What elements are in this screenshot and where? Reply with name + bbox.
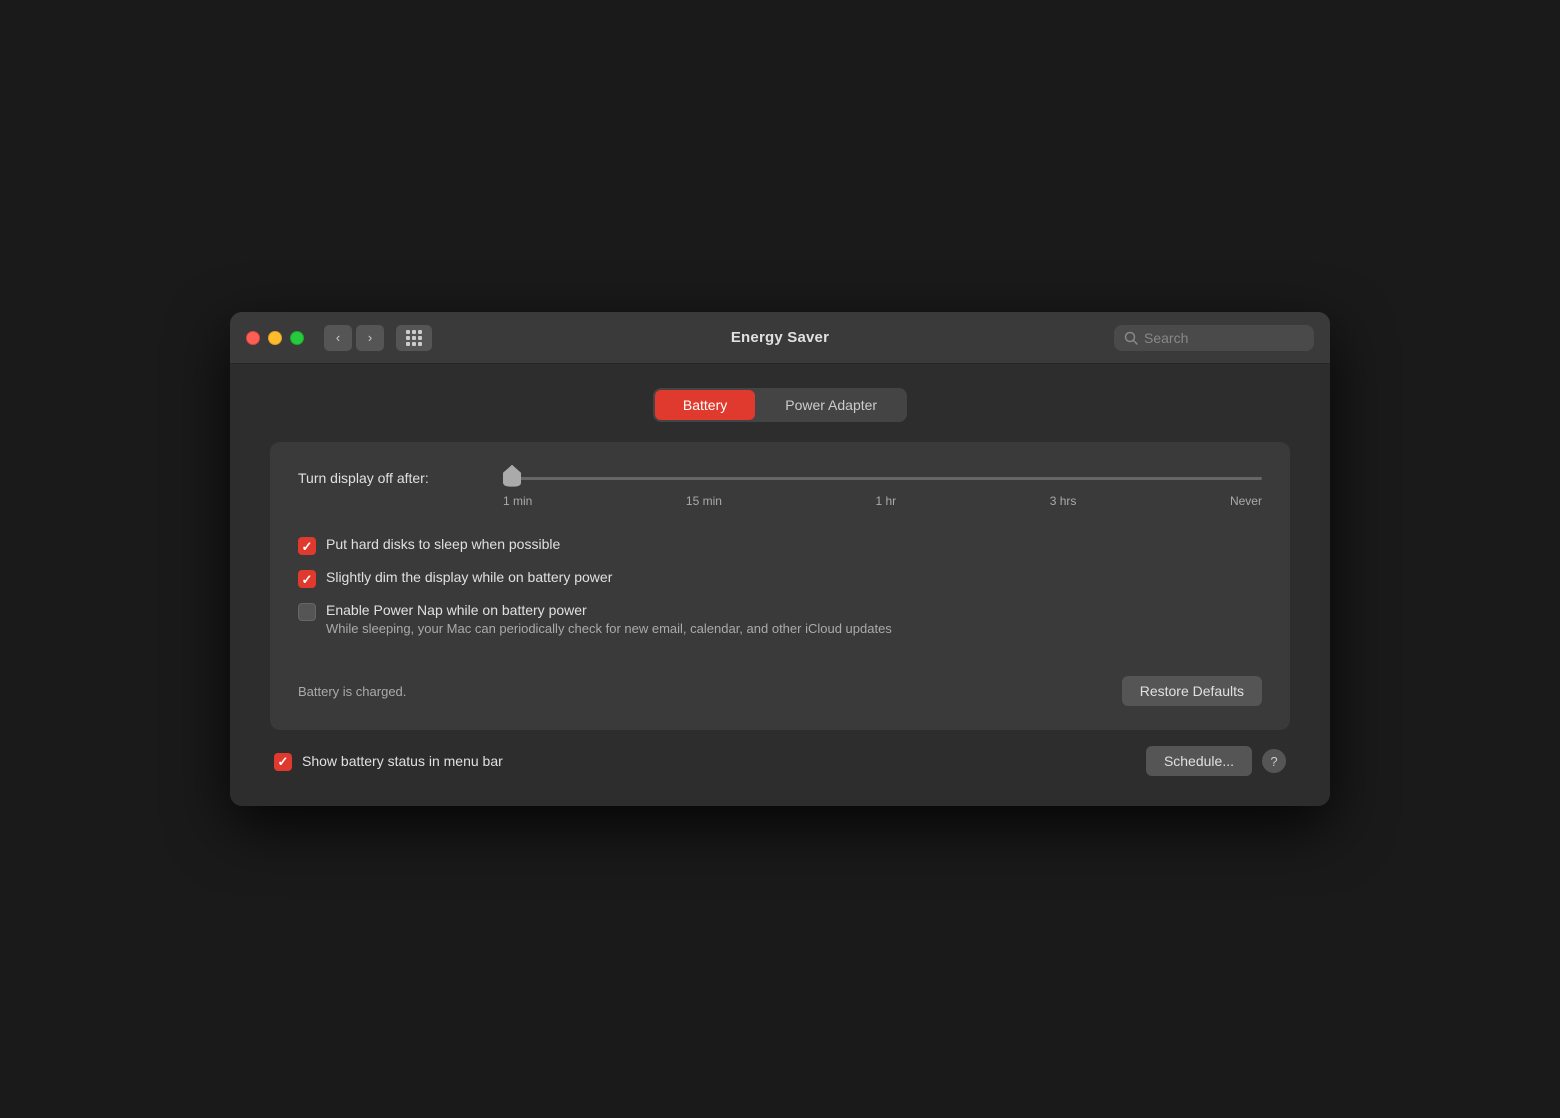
window-title: Energy Saver — [731, 329, 829, 346]
bottom-right: Schedule... ? — [1146, 746, 1286, 776]
slider-row: Turn display off after: — [298, 470, 1262, 486]
dim-display-content: Slightly dim the display while on batter… — [326, 569, 612, 585]
dim-display-label: Slightly dim the display while on batter… — [326, 569, 612, 585]
search-input[interactable] — [1144, 330, 1304, 346]
slider-section: Turn display off after: 1 min 15 min 1 h… — [298, 470, 1262, 508]
chevron-left-icon: ‹ — [336, 330, 340, 345]
restore-defaults-button[interactable]: Restore Defaults — [1122, 676, 1262, 706]
titlebar: ‹ › Energy Saver — [230, 312, 1330, 364]
search-icon — [1124, 331, 1138, 345]
minimize-button[interactable] — [268, 331, 282, 345]
grid-view-button[interactable] — [396, 325, 432, 351]
bottom-bar: ✓ Show battery status in menu bar Schedu… — [270, 746, 1290, 776]
slider-mark-1min: 1 min — [503, 494, 532, 508]
settings-panel: Turn display off after: 1 min 15 min 1 h… — [270, 442, 1290, 730]
show-battery-label: Show battery status in menu bar — [302, 753, 503, 769]
grid-icon — [406, 330, 422, 346]
checkbox-hard-disks: ✓ Put hard disks to sleep when possible — [298, 536, 1262, 555]
slider-mark-15min: 15 min — [686, 494, 722, 508]
slider-mark-1hr: 1 hr — [875, 494, 896, 508]
help-button[interactable]: ? — [1262, 749, 1286, 773]
tab-battery[interactable]: Battery — [655, 390, 755, 420]
back-button[interactable]: ‹ — [324, 325, 352, 351]
slider-label: Turn display off after: — [298, 470, 483, 486]
power-nap-label: Enable Power Nap while on battery power — [326, 602, 892, 618]
slider-marks: 1 min 15 min 1 hr 3 hrs Never — [503, 494, 1262, 508]
forward-button[interactable]: › — [356, 325, 384, 351]
checkmark-icon: ✓ — [278, 755, 289, 768]
panel-footer: Battery is charged. Restore Defaults — [298, 676, 1262, 706]
checkmark-icon: ✓ — [302, 573, 313, 586]
show-battery-checkbox[interactable]: ✓ — [274, 753, 292, 771]
checkboxes: ✓ Put hard disks to sleep when possible … — [298, 536, 1262, 636]
checkmark-icon: ✓ — [302, 540, 313, 553]
hard-disks-content: Put hard disks to sleep when possible — [326, 536, 560, 552]
slider-mark-never: Never — [1230, 494, 1262, 508]
search-box[interactable] — [1114, 325, 1314, 351]
schedule-button[interactable]: Schedule... — [1146, 746, 1252, 776]
checkbox-power-nap: Enable Power Nap while on battery power … — [298, 602, 1262, 636]
hard-disks-checkbox[interactable]: ✓ — [298, 537, 316, 555]
slider-wrapper — [503, 477, 1262, 480]
hard-disks-label: Put hard disks to sleep when possible — [326, 536, 560, 552]
bottom-left: ✓ Show battery status in menu bar — [274, 752, 503, 771]
energy-saver-window: ‹ › Energy Saver Batter — [230, 312, 1330, 806]
checkbox-dim-display: ✓ Slightly dim the display while on batt… — [298, 569, 1262, 588]
close-button[interactable] — [246, 331, 260, 345]
power-nap-content: Enable Power Nap while on battery power … — [326, 602, 892, 636]
tabs-container: Battery Power Adapter — [270, 388, 1290, 422]
nav-buttons: ‹ › — [324, 325, 384, 351]
slider-mark-3hrs: 3 hrs — [1050, 494, 1077, 508]
battery-status: Battery is charged. — [298, 684, 406, 699]
tabs: Battery Power Adapter — [653, 388, 907, 422]
slider-thumb[interactable] — [503, 465, 521, 487]
tab-power-adapter[interactable]: Power Adapter — [757, 390, 905, 420]
main-content: Battery Power Adapter Turn display off a… — [230, 364, 1330, 806]
chevron-right-icon: › — [368, 330, 372, 345]
dim-display-checkbox[interactable]: ✓ — [298, 570, 316, 588]
slider-track — [503, 477, 1262, 480]
power-nap-sublabel: While sleeping, your Mac can periodicall… — [326, 621, 892, 636]
power-nap-checkbox[interactable] — [298, 603, 316, 621]
traffic-lights — [246, 331, 304, 345]
maximize-button[interactable] — [290, 331, 304, 345]
